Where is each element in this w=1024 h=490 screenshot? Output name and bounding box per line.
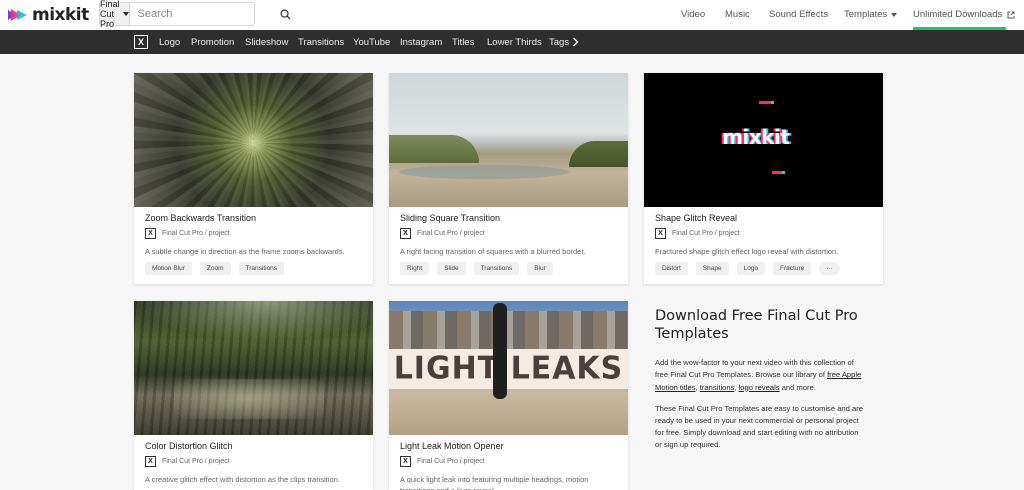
card-tags: Distort Shape Logo Fracture ··· [655,262,840,275]
category-close-button[interactable]: X [134,35,148,49]
link-transitions[interactable]: transitions [700,383,735,392]
final-cut-pro-icon: X [655,228,666,239]
category-bar: X Logo Promotion Slideshow Transitions Y… [0,30,1024,54]
category-titles[interactable]: Titles [452,37,474,48]
card-description: A quick light leak into featuring multip… [400,475,589,490]
card-meta: X Final Cut Pro / project [655,228,740,239]
more-tags-button[interactable]: ··· [819,262,840,275]
template-card[interactable]: mixkit Shape Glitch Reveal X Final Cut P… [644,73,883,284]
card-description: A creative glitch effect with distortion… [145,475,340,484]
tag[interactable]: Transitions [238,262,285,275]
final-cut-pro-icon: X [400,456,411,467]
chevron-right-icon[interactable] [572,37,579,47]
card-meta-text: Final Cut Pro / project [417,458,485,465]
tag[interactable]: Fracture [773,262,812,275]
card-meta-text: Final Cut Pro / project [417,230,485,237]
card-thumbnail[interactable] [134,301,373,435]
details-paragraph: These Final Cut Pro Templates are easy t… [655,403,863,450]
card-tags: Right Slide Transitions Blur [400,262,553,275]
intro-paragraph: Add the wow-factor to your next video wi… [655,357,865,393]
category-instagram[interactable]: Instagram [400,37,442,48]
tag[interactable]: Blur [527,262,553,275]
tag[interactable]: Transitions [473,262,520,275]
template-card[interactable]: Color Distortion Glitch X Final Cut Pro … [134,301,373,490]
tag[interactable]: Slide [437,262,466,275]
top-navigation: mixkit Final Cut Pro Video Music Sound E… [0,0,1024,30]
nav-unlimited-label: Unlimited Downloads [913,9,1003,20]
nav-templates-label: Templates [844,9,888,20]
tag[interactable]: Shape [695,262,729,275]
card-description: A subtle change in direction as the fram… [145,247,345,256]
chevron-down-icon [891,12,898,17]
card-thumbnail[interactable] [389,73,628,207]
card-title[interactable]: Color Distortion Glitch [145,441,233,451]
external-link-icon [1007,11,1015,18]
card-description: Fractured shape glitch effect logo revea… [655,247,839,256]
card-title[interactable]: Light Leak Motion Opener [400,441,504,451]
card-thumbnail[interactable] [134,73,373,207]
category-promotion[interactable]: Promotion [191,37,234,48]
template-card[interactable]: Sliding Square Transition X Final Cut Pr… [389,73,628,284]
intro-text: Add the wow-factor to your next video wi… [655,358,854,380]
card-title[interactable]: Shape Glitch Reveal [655,213,737,223]
category-tags[interactable]: Tags [549,37,569,48]
card-meta-text: Final Cut Pro / project [162,230,230,237]
page-title: Download Free Final Cut Pro Templates [655,308,858,343]
link-logo-reveals[interactable]: logo reveals [739,383,780,392]
final-cut-pro-icon: X [145,456,156,467]
main-nav: Video Music Sound Effects Templates Unli… [0,0,1024,30]
nav-video[interactable]: Video [681,9,705,20]
final-cut-pro-icon: X [145,228,156,239]
card-title[interactable]: Sliding Square Transition [400,213,500,223]
intro-text: and more. [779,382,816,392]
category-lower-thirds[interactable]: Lower Thirds [487,37,542,48]
seo-description-panel: Download Free Final Cut Pro Templates Ad… [655,307,865,451]
nav-sound-effects[interactable]: Sound Effects [769,9,828,20]
tag[interactable]: Logo [736,262,766,275]
card-description: A right facing transition of squares wit… [400,247,586,256]
final-cut-pro-icon: X [400,228,411,239]
tag[interactable]: Motion Blur [145,262,192,275]
card-meta: X Final Cut Pro / project [400,228,485,239]
category-transitions[interactable]: Transitions [298,37,344,48]
nav-unlimited-downloads[interactable]: Unlimited Downloads [913,9,1015,20]
category-youtube[interactable]: YouTube [353,37,390,48]
category-slideshow[interactable]: Slideshow [245,37,288,48]
card-meta-text: Final Cut Pro / project [162,458,230,465]
card-meta: X Final Cut Pro / project [145,456,230,467]
nav-templates[interactable]: Templates [844,9,898,20]
card-title[interactable]: Zoom Backwards Transition [145,213,256,223]
card-meta: X Final Cut Pro / project [145,228,230,239]
thumbnail-title-text: LIGHT LEAKS [393,350,624,387]
card-tags: Motion Blur Zoom Transitions [145,262,285,275]
card-thumbnail[interactable]: mixkit [644,73,883,207]
tag[interactable]: Distort [655,262,688,275]
tag[interactable]: Right [400,262,430,275]
tag[interactable]: Zoom [199,262,231,275]
thumbnail-logo-text: mixkit [722,125,790,149]
template-card[interactable]: LIGHT LEAKS Light Leak Motion Opener X F… [389,301,628,490]
template-card[interactable]: Zoom Backwards Transition X Final Cut Pr… [134,73,373,284]
nav-music[interactable]: Music [725,9,750,20]
card-meta-text: Final Cut Pro / project [672,230,740,237]
category-logo[interactable]: Logo [159,37,180,48]
card-thumbnail[interactable]: LIGHT LEAKS [389,301,628,435]
card-meta: X Final Cut Pro / project [400,456,485,467]
